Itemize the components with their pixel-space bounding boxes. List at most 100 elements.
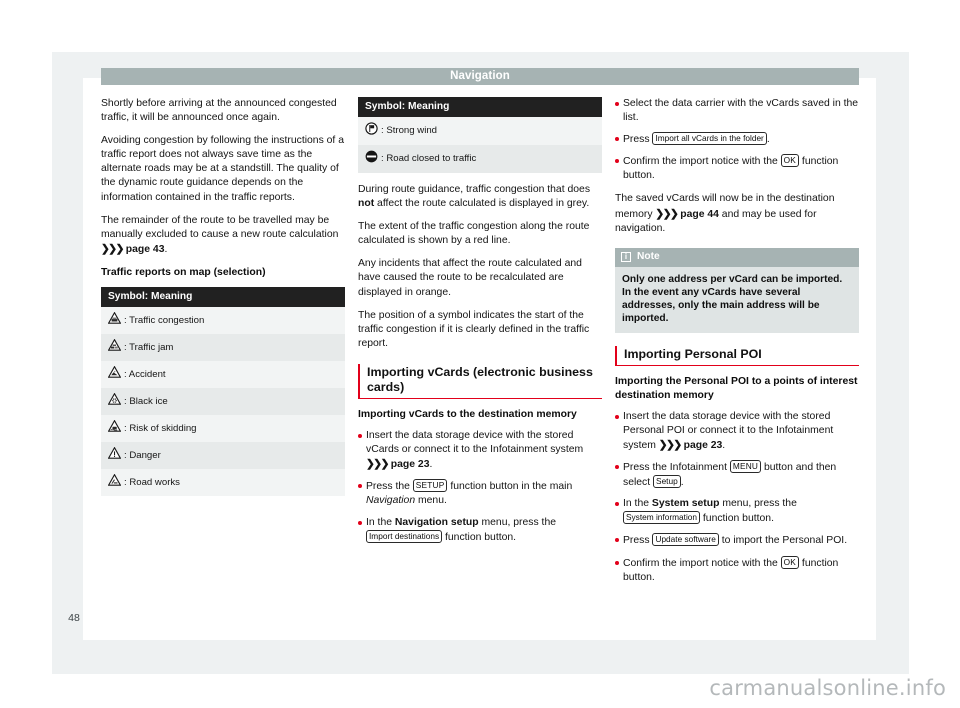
subheading-traffic-reports-on-map: Traffic reports on map (selection) — [101, 266, 266, 278]
import-destinations-function-button[interactable]: Import destinations — [366, 529, 443, 543]
warning-triangle-traffic-jam-icon — [107, 338, 122, 356]
symbol-table-traffic-reports: Symbol: Meaning : Traffic congestion : T… — [101, 287, 345, 497]
list-item: Insert the data storage device with the … — [358, 429, 602, 472]
cross-reference-page-44-label: page 44 — [680, 208, 719, 220]
chevron-right-icon: ❯❯❯ — [655, 207, 678, 220]
list-item-text: Confirm the import notice with the — [623, 156, 781, 168]
table-cell-label: : Accident — [124, 368, 166, 380]
table-cell-label: : Road closed to traffic — [381, 153, 477, 164]
list-item-text-mid: function button in the main — [447, 481, 573, 493]
table-header-row: Symbol: Meaning — [101, 287, 345, 308]
paragraph-grey-congestion-pre: During route guidance, traffic congestio… — [358, 184, 591, 195]
column-left: Shortly before arriving at the announced… — [101, 97, 345, 506]
list-item-text-post: . — [680, 477, 684, 489]
list-item-text: Press — [623, 134, 653, 146]
note-title: Note — [637, 250, 660, 262]
list-item-text: Press — [623, 535, 653, 547]
cross-reference-page-23-label: page 23 — [683, 439, 723, 451]
table-row: : Traffic congestion — [101, 307, 345, 335]
list-item: Press the SETUP function button in the m… — [358, 479, 602, 508]
table-row: : Road works — [101, 469, 345, 497]
menu-name-system-setup: System setup — [651, 498, 720, 510]
table-header-row: Symbol: Meaning — [358, 97, 602, 117]
list-item: Press Update software to import the Pers… — [615, 533, 859, 548]
bullet-list-importing-personal-poi: Insert the data storage device with the … — [615, 410, 859, 585]
subheading-importing-personal-poi-memory: Importing the Personal POI to a points o… — [615, 375, 858, 401]
warning-triangle-traffic-congestion-icon — [107, 311, 122, 329]
watermark: carmanualsonline.info — [709, 676, 946, 700]
symbol-table-weather: Symbol: Meaning : Strong wind : Road clo… — [358, 97, 602, 173]
column-right: Select the data carrier with the vCards … — [615, 97, 859, 593]
list-item-text-post: menu. — [415, 495, 447, 507]
note-box: i Note Only one address per vCard can be… — [615, 247, 859, 333]
menu-name-navigation-setup: Navigation setup — [394, 516, 479, 528]
update-software-function-button[interactable]: Update software — [652, 533, 719, 547]
circle-bar-road-closed-icon — [365, 150, 378, 168]
chapter-title-bar: Navigation — [101, 68, 859, 85]
paragraph-grey-congestion-post: affect the route calculated is displayed… — [374, 198, 590, 210]
setup-function-button[interactable]: SETUP — [412, 479, 448, 493]
manual-page: 48 Navigation Shortly before arriving at… — [0, 0, 960, 708]
warning-triangle-accident-icon — [107, 365, 122, 383]
cross-reference-page-23-label: page 23 — [390, 459, 430, 471]
system-information-function-button[interactable]: System information — [623, 511, 701, 525]
warning-triangle-road-works-icon — [107, 473, 122, 491]
list-item-text-mid: menu, press the — [719, 498, 797, 510]
warning-triangle-danger-icon — [107, 446, 122, 464]
list-item-text-post: . — [429, 459, 433, 471]
list-item: In the Navigation setup menu, press the … — [358, 516, 602, 545]
paragraph-route-remainder: The remainder of the route to be travell… — [101, 214, 345, 257]
chevron-right-icon: ❯❯❯ — [101, 242, 124, 255]
table-header-symbol-meaning: Symbol: Meaning — [101, 287, 345, 308]
bullet-list-importing-vcards: Insert the data storage device with the … — [358, 429, 602, 545]
cross-reference-page-23: ❯❯❯ page 23 — [659, 439, 723, 451]
paragraph-route-remainder-post: . — [164, 243, 168, 255]
warning-triangle-risk-of-skidding-icon — [107, 419, 122, 437]
paragraph-red-line-extent: The extent of the traffic congestion alo… — [358, 221, 590, 247]
list-item-text-post: . — [766, 134, 770, 146]
list-item-text: Select the data carrier with the vCards … — [623, 98, 859, 124]
list-item-text-post: . — [722, 439, 726, 451]
ok-function-button[interactable]: OK — [780, 154, 800, 168]
table-row: : Road closed to traffic — [358, 145, 602, 173]
list-item: Confirm the import notice with the OK fu… — [615, 555, 859, 585]
paragraph-avoiding-congestion: Avoiding congestion by following the ins… — [101, 135, 344, 203]
paragraph-grey-congestion: During route guidance, traffic congestio… — [358, 183, 602, 211]
subheading-importing-vcards-destination-memory: Importing vCards to the destination memo… — [358, 408, 577, 420]
cross-reference-page-44: ❯❯❯ page 44 — [655, 207, 719, 220]
table-row: : Risk of skidding — [101, 415, 345, 443]
bullet-list-vcards-import-steps: Select the data carrier with the vCards … — [615, 97, 859, 183]
paragraph-saved-vcards: The saved vCards will now be in the dest… — [615, 192, 859, 235]
list-item: Insert the data storage device with the … — [615, 410, 859, 453]
table-row: : Traffic jam — [101, 334, 345, 362]
table-row: : Accident — [101, 361, 345, 389]
paragraph-orange-incidents: Any incidents that affect the route calc… — [358, 258, 582, 298]
table-row: : Danger — [101, 442, 345, 470]
note-header: i Note — [615, 247, 859, 267]
list-item: Confirm the import notice with the OK fu… — [615, 154, 859, 183]
list-item-text-mid: menu, press the — [478, 516, 557, 528]
table-row: : Strong wind — [358, 117, 602, 145]
chevron-right-icon: ❯❯❯ — [366, 458, 389, 471]
paragraph-symbol-position: The position of a symbol indicates the s… — [358, 309, 590, 349]
table-cell-label: : Risk of skidding — [124, 422, 197, 434]
list-item-text: Confirm the import notice with the — [623, 557, 781, 569]
list-item: In the System setup menu, press the Syst… — [615, 497, 859, 526]
note-body: Only one address per vCard can be import… — [615, 266, 859, 333]
menu-hardware-button[interactable]: MENU — [729, 460, 762, 474]
list-item-text: Insert the data storage device with the … — [623, 410, 834, 451]
ok-function-button[interactable]: OK — [780, 555, 800, 569]
table-row: : Black ice — [101, 388, 345, 416]
list-item: Select the data carrier with the vCards … — [615, 97, 859, 125]
table-cell-label: : Road works — [124, 476, 180, 488]
paragraph-arrival-announcement: Shortly before arriving at the announced… — [101, 98, 337, 124]
table-cell-label: : Strong wind — [381, 125, 437, 136]
cross-reference-page-43-label: page 43 — [125, 243, 165, 255]
setup-function-button[interactable]: Setup — [653, 475, 681, 489]
list-item-text: In the — [366, 516, 395, 528]
cross-reference-page-43: ❯❯❯ page 43 — [101, 242, 165, 255]
table-cell-label: : Danger — [124, 449, 161, 461]
import-all-vcards-in-the-folder-function-button[interactable]: Import all vCards in the folder — [652, 132, 767, 146]
section-heading-importing-personal-poi: Importing Personal POI — [615, 345, 859, 366]
list-item-text-post: to import the Personal POI. — [718, 535, 848, 547]
